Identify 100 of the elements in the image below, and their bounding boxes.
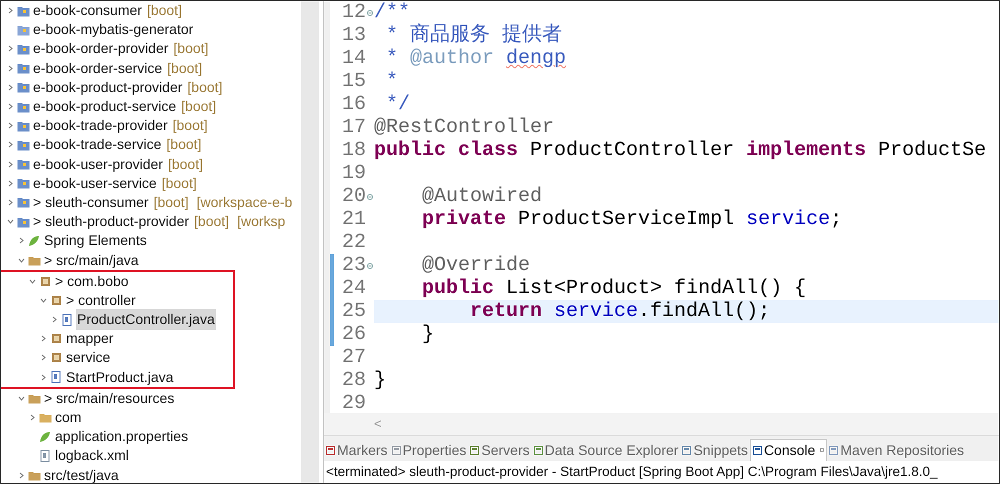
project-icon <box>16 62 30 74</box>
tree-item[interactable]: ProductController.java <box>76 309 216 330</box>
leaf-icon <box>39 430 51 443</box>
tree-item[interactable]: e-book-product-service <box>32 96 178 118</box>
file-icon <box>40 450 50 462</box>
tree-item[interactable]: e-book-order-provider <box>32 38 170 60</box>
tree-item[interactable]: > controller <box>65 290 137 311</box>
tree-item[interactable]: e-book-order-service <box>32 58 164 79</box>
code-line: /** <box>374 1 410 24</box>
panel-tab[interactable]: Properties <box>390 439 468 461</box>
tree-item[interactable]: e-book-consumer <box>32 1 143 22</box>
project-icon <box>16 100 30 113</box>
package-icon <box>50 333 62 344</box>
line-number: 27 <box>340 346 366 369</box>
chevron-right-icon[interactable] <box>7 180 14 187</box>
folder-icon <box>38 412 52 424</box>
project-icon <box>16 138 30 151</box>
fold-icon[interactable] <box>367 262 373 268</box>
chevron-right-icon[interactable] <box>7 122 14 130</box>
chevron-right-icon[interactable] <box>7 198 14 206</box>
tree-decoration: [worksp <box>237 212 286 232</box>
line-number: 13 <box>340 24 366 47</box>
tree-item[interactable]: e-book-trade-service <box>32 134 162 156</box>
tab-icon <box>326 446 335 454</box>
folder-icon <box>28 254 40 266</box>
tree-item[interactable]: > src/main/java <box>43 250 140 271</box>
line-number: 17 <box>340 116 366 139</box>
chevron-right-icon[interactable] <box>40 335 47 342</box>
tree-item[interactable]: e-book-user-provider <box>32 154 164 175</box>
chevron-right-icon[interactable] <box>40 374 47 381</box>
tab-icon <box>829 446 838 454</box>
tree-item[interactable]: mapper <box>65 328 114 350</box>
console-output: <terminated> sleuth-product-provider - StartProduct [Spring Boot App] C:\Program Files\Java\jre1.8.0_ <box>326 462 938 481</box>
panel-tab[interactable]: Maven Repositories <box>827 439 966 461</box>
chevron-right-icon[interactable] <box>7 141 14 148</box>
panel-tab[interactable]: Console ¤ <box>750 439 828 461</box>
project-icon <box>16 177 30 190</box>
tree-item[interactable]: logback.xml <box>54 445 130 466</box>
chevron-right-icon[interactable] <box>7 7 14 14</box>
tree-item[interactable]: e-book-product-provider <box>32 76 184 98</box>
chevron-right-icon[interactable] <box>7 45 14 52</box>
tree-item[interactable]: > src/main/resources <box>43 388 176 409</box>
tab-icon <box>534 446 543 454</box>
fold-icon[interactable] <box>367 10 373 16</box>
tree-item[interactable]: Spring Elements <box>43 230 148 252</box>
chevron-right-icon[interactable] <box>18 472 25 479</box>
tree-item[interactable]: service <box>65 347 112 368</box>
code-line: * @author dengp <box>385 47 568 70</box>
chevron-right-icon[interactable] <box>18 237 25 244</box>
panel-tab[interactable]: Markers <box>324 439 390 461</box>
chevron-right-icon[interactable] <box>29 414 36 422</box>
tab-icon <box>682 446 692 454</box>
panel-tab[interactable]: Snippets <box>680 439 750 461</box>
tree-decoration: [boot] <box>194 212 230 232</box>
tree-decoration: [boot] <box>172 116 208 136</box>
line-number: 15 <box>340 70 366 93</box>
tree-item[interactable]: > com.bobo <box>54 270 130 292</box>
line-number: 21 <box>340 208 366 231</box>
tree-decoration: [boot] <box>187 78 222 97</box>
chevron-right-icon[interactable] <box>7 103 14 110</box>
tree-item[interactable]: com <box>54 407 82 428</box>
file-icon <box>62 314 72 326</box>
code-line: @Override <box>421 254 532 277</box>
close-icon[interactable]: ¤ <box>819 444 824 458</box>
tab-icon <box>752 446 762 455</box>
chevron-right-icon[interactable] <box>40 354 47 362</box>
tree-decoration: [workspace-e-b <box>196 192 292 212</box>
chevron-down-icon[interactable] <box>40 296 47 304</box>
chevron-down-icon[interactable] <box>29 278 36 285</box>
code-line: */ <box>385 93 412 116</box>
panel-tab[interactable]: Servers <box>468 439 532 461</box>
tree-item[interactable]: > sleuth-product-provider <box>32 211 190 232</box>
panel-tab[interactable]: Data Source Explorer <box>532 439 680 461</box>
tree-item[interactable]: e-book-user-service <box>32 172 158 194</box>
file-icon <box>50 371 62 384</box>
chevron-down-icon[interactable] <box>18 256 25 264</box>
chevron-right-icon[interactable] <box>7 84 14 91</box>
project-icon <box>16 81 30 94</box>
chevron-down-icon[interactable] <box>18 394 25 402</box>
code-line: } <box>374 369 388 392</box>
line-number: 25 <box>340 300 366 323</box>
line-number: 29 <box>340 392 366 413</box>
package-icon <box>50 352 62 364</box>
tree-decoration: [boot] <box>146 1 182 20</box>
tree-item[interactable]: StartProduct.java <box>65 366 174 388</box>
tree-item[interactable]: e-book-mybatis-generator <box>32 19 194 40</box>
code-line: } <box>421 323 436 346</box>
chevron-down-icon[interactable] <box>7 218 14 226</box>
chevron-right-icon[interactable] <box>7 160 14 168</box>
line-number: 24 <box>340 277 366 300</box>
fold-icon[interactable] <box>367 194 373 200</box>
tree-item[interactable]: application.properties <box>54 426 190 448</box>
project-icon <box>16 24 30 36</box>
tab-icon <box>470 446 480 454</box>
project-icon <box>16 42 30 55</box>
tree-item[interactable]: > sleuth-consumer <box>32 192 150 213</box>
chevron-right-icon[interactable] <box>51 316 58 324</box>
tree-item[interactable]: src/test/java <box>43 464 120 483</box>
chevron-right-icon[interactable] <box>7 64 14 72</box>
tree-item[interactable]: e-book-trade-provider <box>32 115 169 136</box>
